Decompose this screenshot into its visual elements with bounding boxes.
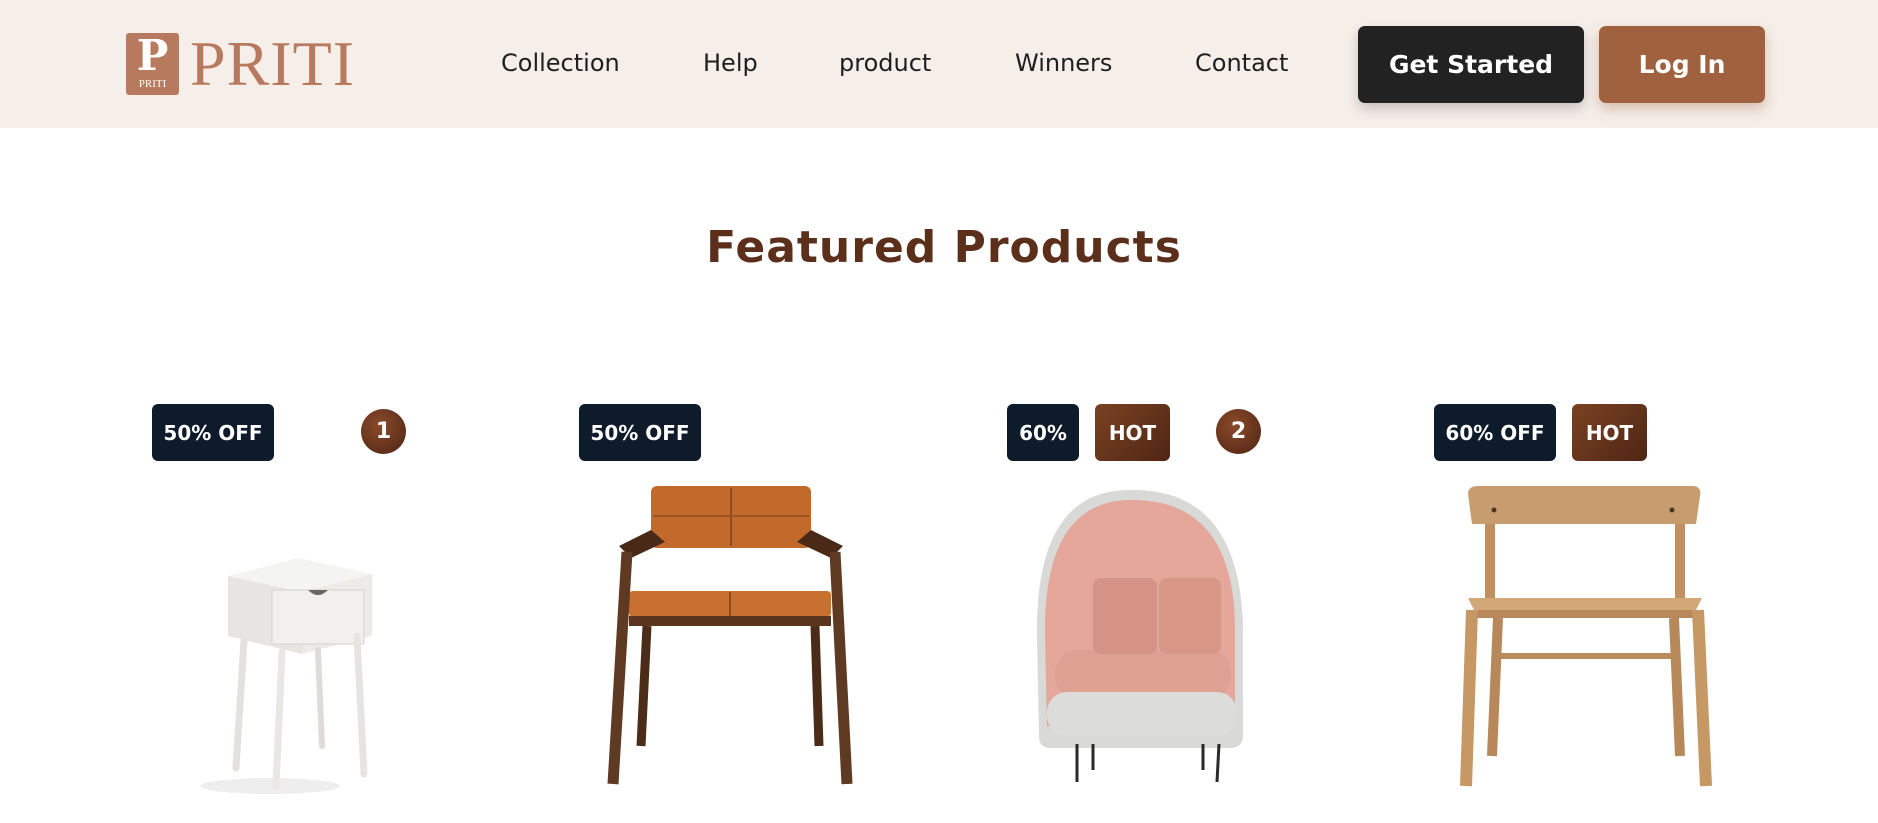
pink-lounge-chair-image (1036, 489, 1243, 783)
oak-chair-image (1460, 486, 1712, 787)
leather-armchair-image (607, 486, 853, 785)
nav-winners[interactable]: Winners (1015, 48, 1112, 78)
section-title: Featured Products (706, 222, 1182, 273)
product-number-badge: 1 (361, 409, 406, 454)
discount-badge: 50% OFF (152, 404, 274, 461)
logo-monogram-text: PRITI (138, 78, 167, 90)
logo-monogram-letter: P (136, 31, 169, 80)
product-card[interactable]: 60% HOT 2 (1007, 404, 1387, 823)
nav-help[interactable]: Help (703, 48, 758, 78)
hot-badge: HOT (1572, 404, 1647, 461)
product-card[interactable]: 50% OFF 1 (152, 404, 532, 823)
discount-badge: 60% (1007, 404, 1079, 461)
nav-contact[interactable]: Contact (1195, 48, 1288, 78)
hot-badge: HOT (1095, 404, 1170, 461)
white-nightstand-image (200, 558, 372, 794)
logo-wordmark: PRITI (190, 28, 355, 99)
nav-product[interactable]: product (839, 48, 931, 78)
log-in-button[interactable]: Log In (1599, 26, 1765, 103)
nav-collection[interactable]: Collection (501, 48, 620, 78)
product-card[interactable]: 60% OFF HOT (1434, 404, 1814, 823)
discount-badge: 60% OFF (1434, 404, 1556, 461)
site-header: P PRITI PRITI Collection Help product Wi… (0, 0, 1878, 128)
discount-badge: 50% OFF (579, 404, 701, 461)
product-number-badge: 2 (1216, 409, 1261, 454)
get-started-button[interactable]: Get Started (1358, 26, 1584, 103)
product-card[interactable]: 50% OFF (579, 404, 959, 823)
logo-monogram: P PRITI (126, 33, 179, 95)
brand-logo[interactable]: P PRITI PRITI (126, 28, 358, 99)
